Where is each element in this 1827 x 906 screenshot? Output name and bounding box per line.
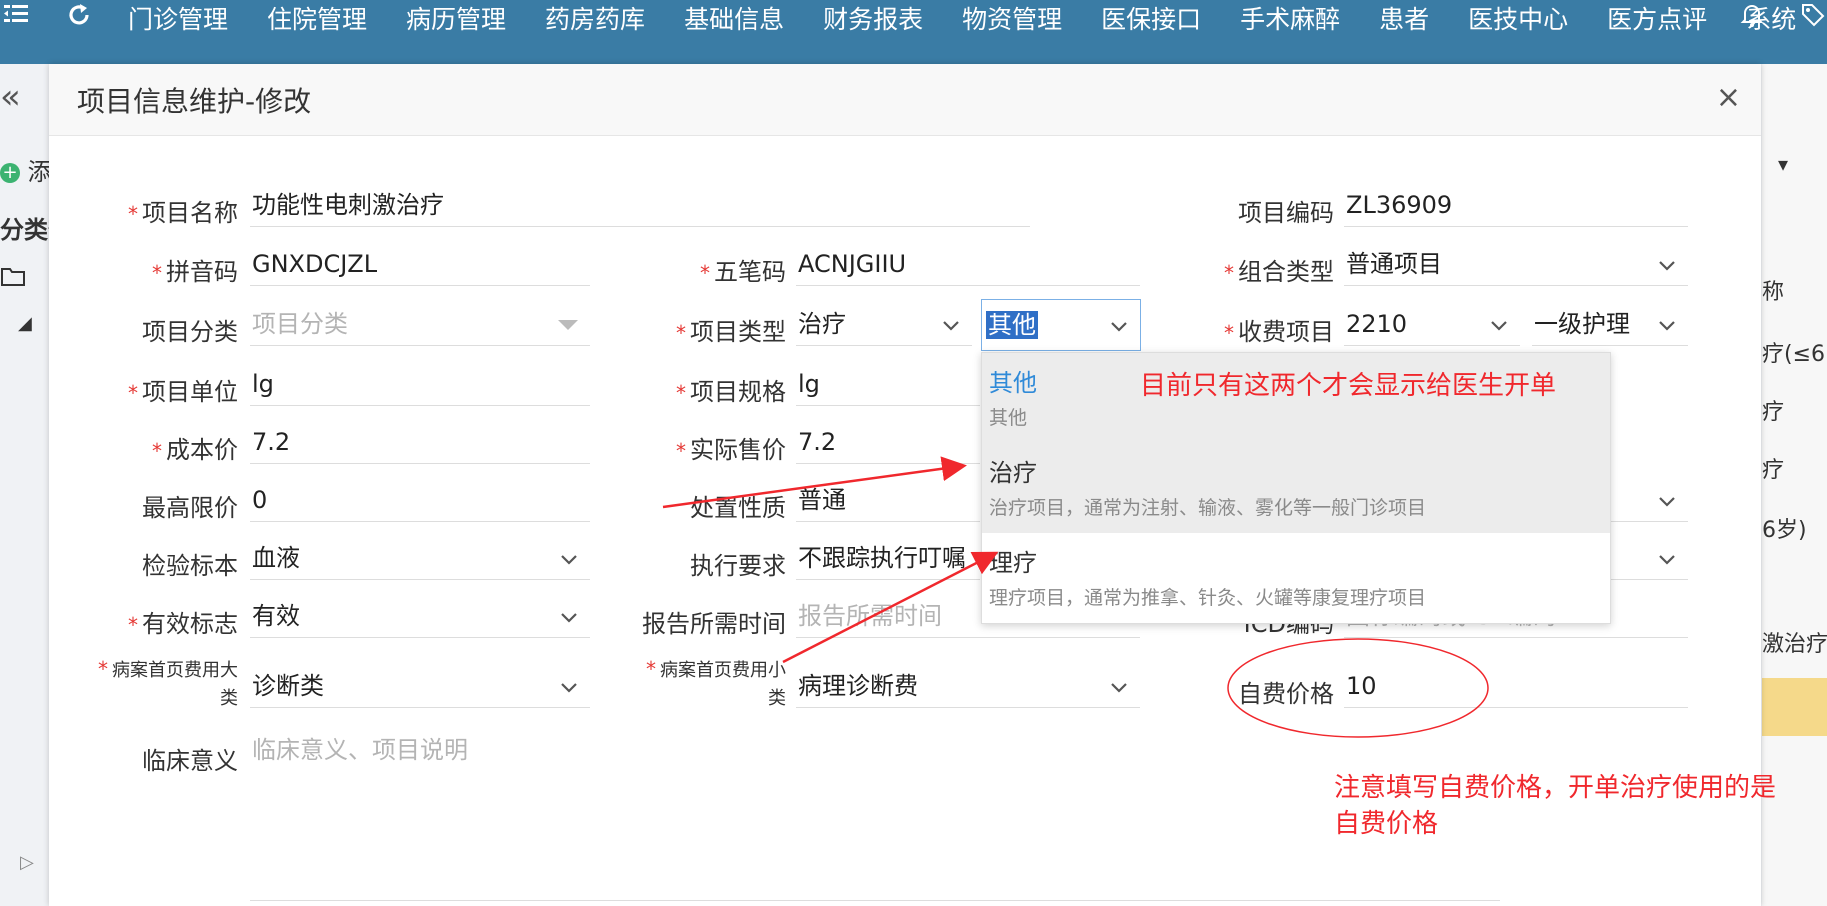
nav-item[interactable]: 药房药库 xyxy=(545,0,645,40)
pinyin-input[interactable]: GNXDCJZL xyxy=(250,242,590,286)
modal-header: 项目信息维护-修改 × xyxy=(49,64,1761,136)
item-code-input[interactable]: ZL36909 xyxy=(1344,183,1688,227)
self-price-label: 自费价格 xyxy=(1238,680,1334,708)
fee-minor-select[interactable]: 病理诊断费 xyxy=(796,664,1140,708)
chevron-down-icon xyxy=(942,302,960,345)
item-code-label: 项目编码 xyxy=(1238,199,1334,227)
item-name-label: * 项目名称 xyxy=(128,199,238,227)
nav-item[interactable]: 医方点评 xyxy=(1607,0,1707,40)
specimen-select[interactable]: 血液 xyxy=(250,536,590,580)
refresh-icon[interactable] xyxy=(66,0,92,40)
unit-label: * 项目单位 xyxy=(128,378,238,406)
close-icon[interactable]: × xyxy=(1716,80,1741,115)
max-price-input[interactable]: 0 xyxy=(250,478,590,522)
main-nav: 门诊管理 住院管理 病历管理 药房药库 基础信息 财务报表 物资管理 医保接口 … xyxy=(128,0,1827,40)
clinical-input[interactable]: 临床意义、项目说明 xyxy=(250,728,1500,772)
hidden-select[interactable] xyxy=(1610,536,1688,580)
report-time-label: 报告所需时间 xyxy=(642,610,786,638)
table-cell: 疗 xyxy=(1762,400,1785,425)
dropdown-arrow-icon xyxy=(558,320,578,330)
add-button[interactable]: + 添 xyxy=(0,152,52,187)
spec-label: * 项目规格 xyxy=(676,378,786,406)
category-label: 项目分类 xyxy=(142,318,238,346)
nav-item[interactable]: 财务报表 xyxy=(823,0,923,40)
chevron-down-icon xyxy=(1658,536,1676,579)
nav-item[interactable]: 医保接口 xyxy=(1101,0,1201,40)
annotation-note-bottom: 注意填写自费价格，开单治疗使用的是 自费价格 xyxy=(1334,773,1777,839)
menu-icon[interactable] xyxy=(2,0,30,40)
self-price-input[interactable]: 10 xyxy=(1344,664,1688,708)
exec-req-label: 执行要求 xyxy=(690,552,786,580)
fee-item-select[interactable]: 2210 xyxy=(1344,302,1520,346)
dropdown-option-treatment[interactable]: 治疗 治疗项目，通常为注射、输液、雾化等一般门诊项目 xyxy=(982,443,1610,533)
table-cell: 激治疗 xyxy=(1762,632,1827,657)
nav-item[interactable]: 物资管理 xyxy=(962,0,1062,40)
item-type-select[interactable]: 治疗 xyxy=(796,302,972,346)
tag-icon[interactable] xyxy=(1800,0,1826,40)
fee-major-select[interactable]: 诊断类 xyxy=(250,664,590,708)
highlighted-row xyxy=(1762,678,1827,736)
specimen-label: 检验标本 xyxy=(142,552,238,580)
chevron-down-icon xyxy=(1658,302,1676,345)
item-name-input[interactable]: 功能性电刺激治疗 xyxy=(250,183,1030,227)
modal-title: 项目信息维护-修改 xyxy=(77,85,312,118)
nav-item[interactable]: 基础信息 xyxy=(684,0,784,40)
table-cell: 疗(≤6岁 xyxy=(1762,342,1827,367)
folder-icon[interactable] xyxy=(0,265,26,293)
chevron-down-icon xyxy=(560,594,578,637)
bell-icon[interactable] xyxy=(1740,0,1764,40)
tree-expand-icon[interactable]: ◢ xyxy=(18,313,32,334)
nav-item[interactable]: 患者 xyxy=(1379,0,1429,40)
category-select[interactable]: 项目分类 xyxy=(250,302,590,346)
chevron-down-icon[interactable]: ▾ xyxy=(1778,152,1788,176)
exec-req-select[interactable]: 不跟踪执行叮嘱 xyxy=(796,536,980,580)
fee-item-name-select[interactable]: 一级护理 xyxy=(1532,302,1688,346)
nav-item[interactable]: 医技中心 xyxy=(1468,0,1568,40)
valid-label: * 有效标志 xyxy=(128,610,238,638)
wubi-label: * 五笔码 xyxy=(700,258,786,286)
combo-type-label: * 组合类型 xyxy=(1224,258,1334,286)
nav-item[interactable]: 门诊管理 xyxy=(128,0,228,40)
nav-item[interactable]: 病历管理 xyxy=(406,0,506,40)
annotation-note-top: 目前只有这两个才会显示给医生开单 xyxy=(1140,371,1557,401)
chevron-down-icon xyxy=(560,664,578,707)
item-subtype-select[interactable]: 其他 xyxy=(981,299,1141,351)
clinical-label: 临床意义 xyxy=(142,747,238,775)
chevron-down-icon xyxy=(1110,664,1128,707)
chevron-down-icon xyxy=(560,536,578,579)
nav-item[interactable]: 手术麻醉 xyxy=(1240,0,1340,40)
pinyin-label: * 拼音码 xyxy=(152,258,238,286)
sale-price-label: * 实际售价 xyxy=(676,436,786,464)
collapse-sidebar-icon[interactable]: « xyxy=(0,80,21,114)
nav-item[interactable]: 住院管理 xyxy=(267,0,367,40)
chevron-down-icon xyxy=(1658,478,1676,521)
max-price-label: 最高限价 xyxy=(142,494,238,522)
top-navigation-bar: 门诊管理 住院管理 病历管理 药房药库 基础信息 财务报表 物资管理 医保接口 … xyxy=(0,0,1827,64)
clinical-input-border xyxy=(250,900,1500,901)
spec-input[interactable]: lg xyxy=(796,362,980,406)
disposal-label: 处置性质 xyxy=(690,494,786,522)
fee-minor-label: * 病案首页费用小类 xyxy=(646,657,786,709)
sale-price-input[interactable]: 7.2 xyxy=(796,420,980,464)
fee-major-label: * 病案首页费用大类 xyxy=(98,657,238,709)
chevron-down-icon xyxy=(1490,302,1508,345)
chevron-down-icon xyxy=(1658,242,1676,285)
wubi-input[interactable]: ACNJGIIU xyxy=(796,242,1140,286)
unit-input[interactable]: lg xyxy=(250,362,590,406)
valid-select[interactable]: 有效 xyxy=(250,594,590,638)
table-cell: 疗 xyxy=(1762,458,1785,483)
disposal-select[interactable]: 普通 xyxy=(796,478,980,522)
combo-type-select[interactable]: 普通项目 xyxy=(1344,242,1688,286)
chevron-down-icon xyxy=(1110,300,1128,350)
cost-label: * 成本价 xyxy=(152,436,238,464)
hidden-select[interactable] xyxy=(1610,478,1688,522)
cost-input[interactable]: 7.2 xyxy=(250,420,590,464)
table-cell: 6岁) xyxy=(1762,518,1807,543)
dropdown-option-physio[interactable]: 理疗 理疗项目，通常为推拿、针灸、火罐等康复理疗项目 xyxy=(982,533,1610,623)
table-cell: 称 xyxy=(1762,280,1785,305)
fee-item-label: * 收费项目 xyxy=(1224,318,1334,346)
item-type-label: * 项目类型 xyxy=(676,318,786,346)
tree-collapsed-icon[interactable]: ▷ xyxy=(20,852,34,873)
